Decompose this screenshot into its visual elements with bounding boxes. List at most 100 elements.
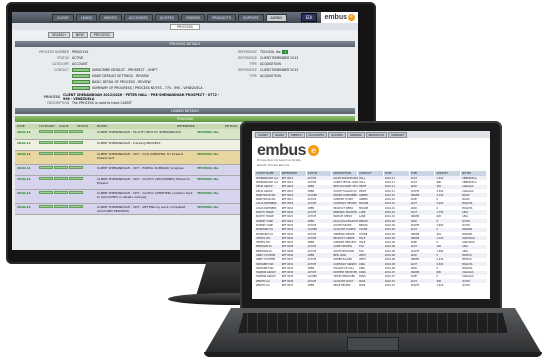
table-cell: ACCT — [410, 211, 418, 215]
table-cell: ROSS — [359, 275, 366, 279]
table-cell: ORDER — [410, 215, 420, 219]
grid-note: CLIENT SHENANDOAH - CDT - Confirm (SECTI… — [97, 177, 191, 185]
table-cell: ACTIVE — [307, 232, 317, 236]
status-chip — [69, 205, 83, 208]
table-cell: QUITO — [462, 219, 470, 223]
logo-word: embus — [324, 14, 347, 21]
table-cell: ORBIT SYSTEMS — [256, 258, 276, 262]
grid-date: 2010-11 — [17, 177, 31, 181]
field-value: ACTIVE — [72, 56, 84, 60]
laptop-tab[interactable]: SUPPORT — [388, 131, 407, 138]
table-cell: NEW ACCOUNT SETUP — [333, 185, 359, 189]
table-cell: REF 0027 — [281, 241, 294, 245]
table-cell: 0 — [436, 198, 438, 202]
table-cell: SHIPPING UPDATE — [333, 232, 355, 236]
nav-tab[interactable]: CLIENT — [52, 13, 75, 22]
laptop-tab[interactable]: CLIENT — [255, 131, 271, 138]
nav-tab[interactable]: ADMIN — [265, 13, 287, 22]
table-cell: REF 0028 — [281, 245, 294, 249]
table-cell: 5,000 — [436, 202, 444, 206]
field-label: STATUS — [57, 56, 69, 60]
table-cell: ACCT — [410, 202, 418, 206]
nav-tab[interactable]: ORDERS — [180, 13, 206, 22]
keyboard — [238, 313, 508, 333]
table-cell: LIMA — [462, 215, 468, 219]
table-cell: 1,100 — [436, 236, 444, 240]
nav-tab[interactable]: LEADS — [76, 13, 98, 22]
info-line-2: Results: Process Records — [257, 164, 290, 167]
table-cell: OPEN — [307, 219, 315, 223]
grid-chips — [37, 165, 95, 175]
grid-note: CLIENT SHENANDOAH - CDT - GETTING by wor… — [97, 205, 186, 213]
laptop-tab[interactable]: ACCOUNTS — [305, 131, 328, 138]
status-chip — [54, 177, 68, 180]
grid-chips — [37, 129, 95, 139]
field-value: PR000134 — [72, 50, 89, 54]
table-cell: RIVERSIDE CO — [256, 228, 274, 232]
laptop-tab[interactable]: ORDERS — [346, 131, 365, 138]
grid-date: 2010-11 — [17, 141, 31, 145]
table-cell: SHENANDOAH LLC — [256, 176, 279, 180]
table-cell: OPEN — [307, 253, 315, 257]
grid-date: 2010-11 — [17, 152, 31, 156]
new-button[interactable]: NEW — [71, 31, 88, 38]
laptop-tab[interactable]: PRODUCTS — [365, 131, 388, 138]
table-cell: 1,750 — [436, 211, 444, 215]
grid-ref: TECHSOL lbs — [197, 130, 219, 134]
table-cell: REF 0014 — [281, 185, 294, 189]
table-cell: QUOTE — [410, 249, 420, 253]
table-cell: QUITO — [462, 279, 470, 283]
table-cell: 2010-08 — [384, 249, 395, 253]
status-chip — [39, 141, 53, 144]
table-cell: REF 0012 — [281, 176, 294, 180]
table-cell: 2010-09 — [384, 236, 395, 240]
search-button[interactable]: SEARCH — [48, 31, 70, 38]
table-cell: REF 0018 — [281, 202, 294, 206]
table-cell: SUPPORT TICKET — [333, 198, 354, 202]
table-cell: 980 — [436, 180, 442, 184]
app-button[interactable]: EDI — [300, 13, 318, 22]
laptop-tab[interactable]: QUOTES — [328, 131, 346, 138]
table-cell: MIAMI — [462, 193, 470, 197]
status-chip — [54, 191, 68, 194]
nav-tab[interactable]: PRODUCTS — [207, 13, 236, 22]
table-cell: ACCOUNT CLOSED — [333, 228, 356, 232]
status-pill — [72, 68, 90, 72]
table-cell: OPEN — [307, 206, 315, 210]
nav-tab[interactable]: SUPPORT — [237, 13, 264, 22]
laptop-tab[interactable]: LEADS — [271, 131, 288, 138]
table-cell: MERIDIAN SA — [256, 249, 272, 253]
logo-mark-icon: e — [348, 14, 355, 21]
table-cell: LIMA — [462, 249, 468, 253]
grid-note: CLIENT SHENANDOAH - CDT - Cost (CREATED,… — [97, 152, 184, 160]
grid-date: 2010-11 — [17, 130, 31, 134]
nav-tab[interactable]: QUOTES — [154, 13, 179, 22]
table-cell: QUOTE REVISION — [333, 249, 354, 253]
nav-tab[interactable]: MERITS — [99, 13, 122, 22]
side-field-label: TYPE — [249, 74, 257, 78]
table-row[interactable]: ZENITH LLC REF 0037 OPEN PRICE REVIEW PARK 20… — [255, 283, 487, 287]
side-field-label: REFERENCE — [238, 56, 257, 60]
table-cell: 2,150 — [436, 193, 444, 197]
process-button[interactable]: PROCESS — [89, 31, 114, 38]
table-cell: FOX — [359, 249, 364, 253]
table-cell: REF 0036 — [281, 279, 294, 283]
table-cell: ORBIT SYSTEMS — [256, 253, 276, 257]
side-field-value: TECHSOL lbs — [260, 50, 281, 54]
table-cell: SUMMIT CORP — [256, 219, 273, 223]
table-cell: ACTIVE — [307, 215, 317, 219]
table-cell: TICKET RESOLVED — [333, 275, 356, 279]
table-cell: 410 — [436, 232, 442, 236]
table-cell: PANAMA — [462, 232, 473, 236]
grid-date: 2010-11 — [17, 205, 31, 209]
laptop-tab[interactable]: MERITS — [288, 131, 305, 138]
table-cell: 2010-11 — [384, 185, 395, 189]
nav-tab[interactable]: ACCOUNTS — [123, 13, 153, 22]
table-cell: OPEN — [307, 266, 315, 270]
table-cell: HALL — [359, 180, 366, 184]
table-cell: 2,900 — [436, 223, 444, 227]
field-label: PROCESS NUMBER — [39, 50, 69, 54]
laptop-table-body: SHENANDOAH LLC REF 0012 ACTIVE SALES PROCES… — [252, 176, 490, 288]
table-cell: 2010-10 — [384, 206, 395, 210]
table-cell: 2010-09 — [384, 223, 395, 227]
